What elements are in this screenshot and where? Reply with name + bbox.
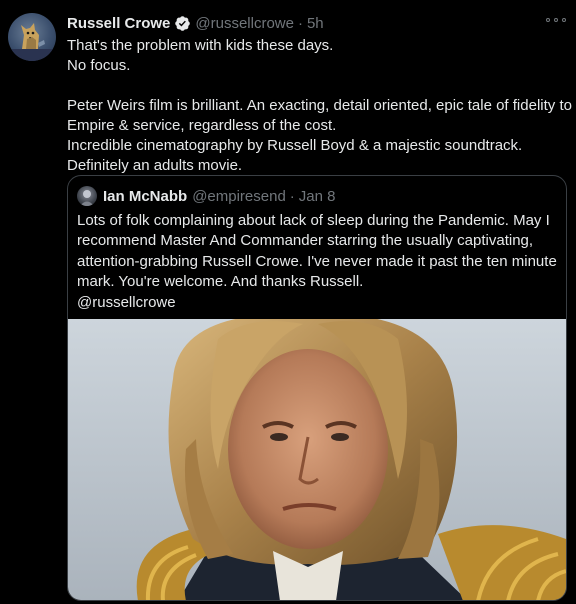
quoted-text-line: attention-grabbing Russell Crowe. I've n… bbox=[77, 252, 557, 270]
tweet-timestamp[interactable]: 5h bbox=[307, 15, 324, 32]
quoted-author-handle[interactable]: @empiresend bbox=[192, 188, 286, 205]
tweet-text-line: Definitely an adults movie. bbox=[67, 157, 243, 174]
quoted-tweet-header: Ian McNabb @empiresend · Jan 8 bbox=[77, 186, 336, 206]
tweet-text-line: Peter Weirs film is brilliant. An exacti… bbox=[67, 97, 572, 114]
quoted-header-separator: · bbox=[289, 187, 295, 205]
quoted-tweet-text: Lots of folk complaining about lack of s… bbox=[77, 211, 562, 313]
quoted-text-line: Lots of folk complaining about lack of s… bbox=[77, 212, 550, 229]
quoted-text-mention[interactable]: @russellcrowe bbox=[77, 293, 562, 313]
tweet-text-line: Incredible cinematography by Russell Boy… bbox=[67, 137, 523, 154]
header-separator: · bbox=[297, 14, 303, 32]
quoted-text-line: mark. You're welcome. And thanks Russell… bbox=[77, 273, 364, 291]
quoted-tweet-timestamp[interactable]: Jan 8 bbox=[299, 188, 336, 205]
more-options-icon[interactable] bbox=[546, 13, 566, 27]
tweet-text-line: That's the problem with kids these days. bbox=[67, 37, 334, 54]
more-dot bbox=[546, 18, 550, 22]
quoted-tweet-photo[interactable] bbox=[68, 319, 566, 600]
tweet-text-gap bbox=[67, 76, 572, 96]
person-avatar-icon[interactable] bbox=[77, 186, 97, 206]
tweet-text-line: No focus. bbox=[67, 57, 131, 74]
author-handle[interactable]: @russellcrowe bbox=[195, 15, 294, 32]
verified-badge-icon bbox=[174, 15, 191, 32]
more-dot bbox=[562, 18, 566, 22]
quoted-tweet[interactable]: Ian McNabb @empiresend · Jan 8 Lots of f… bbox=[67, 175, 567, 601]
tweet-text: That's the problem with kids these days.… bbox=[67, 36, 572, 176]
tweet-header: Russell Crowe @russellcrowe · 5h bbox=[67, 13, 324, 33]
dog-avatar-icon bbox=[8, 23, 56, 61]
tweet[interactable]: Russell Crowe @russellcrowe · 5h That's … bbox=[0, 0, 576, 604]
quoted-text-line: recommend Master And Commander starring … bbox=[77, 232, 534, 250]
quoted-author-display-name[interactable]: Ian McNabb bbox=[103, 188, 187, 205]
tweet-text-line: Empire & service, regardless of the cost… bbox=[67, 117, 337, 134]
author-display-name[interactable]: Russell Crowe bbox=[67, 15, 170, 32]
more-dot bbox=[554, 18, 558, 22]
author-avatar[interactable] bbox=[8, 13, 56, 61]
